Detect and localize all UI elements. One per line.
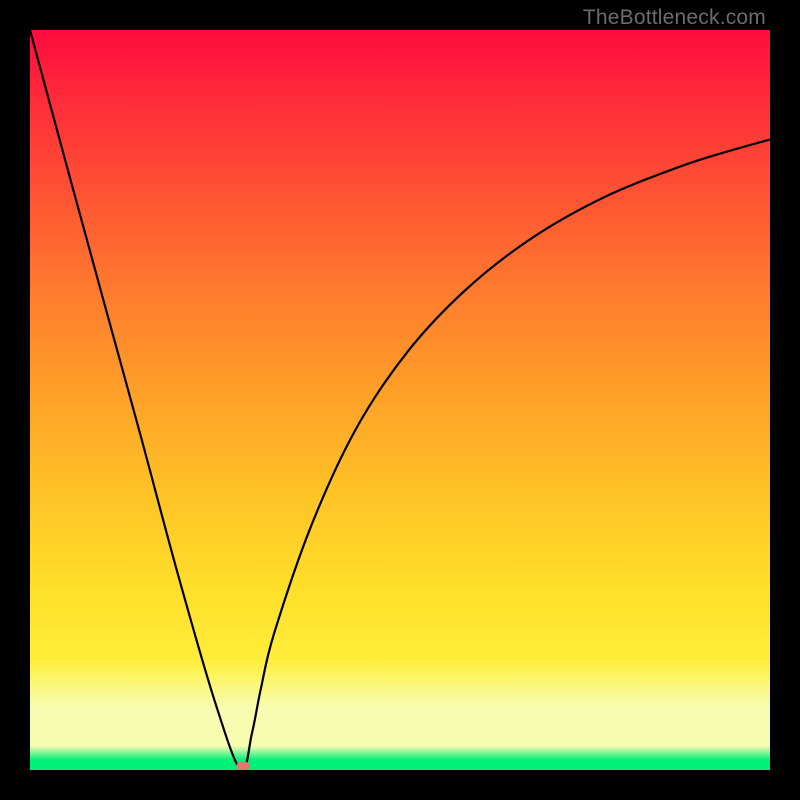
watermark-text: TheBottleneck.com xyxy=(583,6,766,30)
bottleneck-curve xyxy=(30,30,770,770)
minimum-marker xyxy=(237,761,250,770)
plot-area xyxy=(30,30,770,770)
curve-path xyxy=(30,30,770,770)
chart-frame: TheBottleneck.com xyxy=(0,0,800,800)
